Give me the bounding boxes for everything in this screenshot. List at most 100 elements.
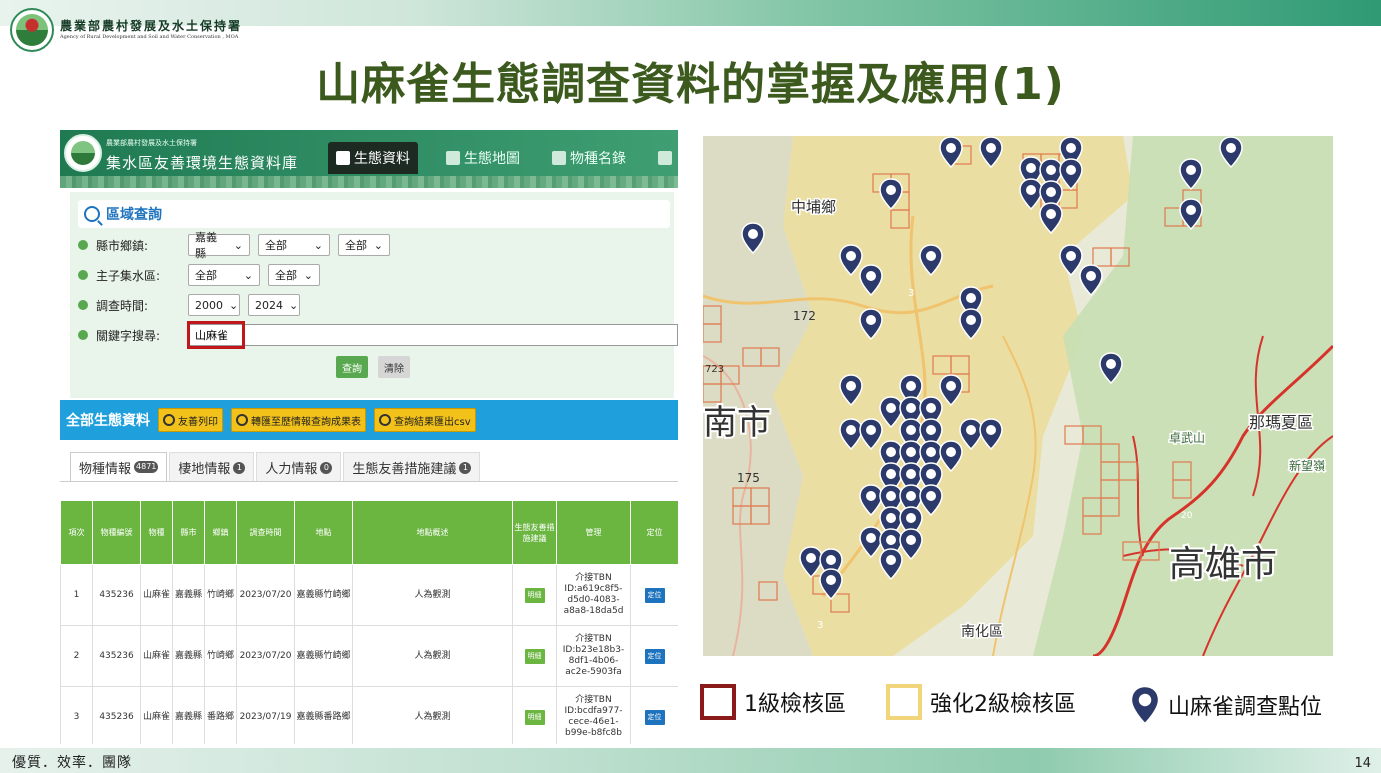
person-icon xyxy=(552,151,566,165)
bullet-icon xyxy=(78,330,88,340)
site-agency: 農業部農村發展及水土保持署 xyxy=(106,139,197,147)
col-header: 項次 xyxy=(60,500,93,565)
header-trees xyxy=(60,176,678,188)
print-button[interactable]: 友善列印 xyxy=(158,408,223,432)
query-title-bar: 區域查詢 xyxy=(78,200,670,228)
keyword-row: 關鍵字搜尋: 山麻雀 xyxy=(78,321,678,349)
person-icon xyxy=(446,151,460,165)
col-header: 調查時間 xyxy=(236,500,295,565)
tab-manpower[interactable]: 人力情報 0 xyxy=(256,452,342,482)
route-label: 723 xyxy=(705,364,724,375)
tab-species[interactable]: 物種情報 4871 xyxy=(70,452,168,482)
main-basin-select[interactable]: 全部 xyxy=(188,264,260,286)
chart-icon xyxy=(658,151,672,165)
agency-name-cn: 農業部農村發展及水土保持署 xyxy=(60,19,243,33)
locate-button[interactable]: 定位 xyxy=(644,709,665,725)
results-table: 項次 物種編號 物種 縣市 鄉鎮 調查時間 地點 地點概述 生態友善措施建議 管… xyxy=(60,500,678,744)
slide: 農業部農村發展及水土保持署 Agency of Rural Developmen… xyxy=(0,0,1381,773)
col-header: 物種 xyxy=(140,500,173,565)
query-title: 區域查詢 xyxy=(106,207,162,223)
col-header: 鄉鎮 xyxy=(204,500,237,565)
table-row: 1 435236 山麻雀 嘉義縣 竹崎鄉 2023/07/20 嘉義縣竹崎鄉 人… xyxy=(60,564,678,626)
search-button[interactable]: 查詢 xyxy=(336,356,368,378)
route-shield: 3 xyxy=(908,288,914,299)
transfer-button[interactable]: 轉匯至歷情報查詢成果表 xyxy=(231,408,366,432)
table-header-row: 項次 物種編號 物種 縣市 鄉鎮 調查時間 地點 地點概述 生態友善措施建議 管… xyxy=(60,500,678,565)
pin-icon xyxy=(1130,685,1160,726)
search-icon xyxy=(84,206,100,222)
legend-points: 山麻雀調查點位 xyxy=(1130,684,1322,726)
col-header: 管理 xyxy=(556,500,631,565)
keyword-input[interactable]: 山麻雀 xyxy=(187,321,678,349)
site-name: 集水區友善環境生態資料庫 xyxy=(106,154,299,172)
detail-button[interactable]: 明細 xyxy=(524,709,545,725)
keyword-highlight xyxy=(187,321,245,349)
locate-button[interactable]: 定位 xyxy=(644,648,665,664)
col-header: 物種編號 xyxy=(92,500,141,565)
agency-name-en: Agency of Rural Development and Soil and… xyxy=(60,34,239,40)
species-link[interactable]: 山麻雀 xyxy=(140,686,173,744)
species-link[interactable]: 山麻雀 xyxy=(140,625,173,687)
locate-button[interactable]: 定位 xyxy=(644,587,665,603)
route-shield: 3 xyxy=(817,620,823,631)
site-logo-icon xyxy=(64,134,102,172)
all-data-bar: 全部生態資料 友善列印 轉匯至歷情報查詢成果表 查詢結果匯出csv xyxy=(60,400,678,440)
clear-button[interactable]: 清除 xyxy=(378,356,410,378)
species-link[interactable]: 山麻雀 xyxy=(140,564,173,626)
footer-band xyxy=(0,748,1381,773)
tab-divider xyxy=(60,481,678,482)
transfer-icon xyxy=(236,414,248,426)
route-label: 172 xyxy=(793,309,816,323)
detail-button[interactable]: 明細 xyxy=(524,587,545,603)
nav-stats[interactable] xyxy=(650,142,678,174)
town-select[interactable]: 全部 xyxy=(258,234,330,256)
bullet-icon xyxy=(78,300,88,310)
end-year-select[interactable]: 2024 xyxy=(248,294,300,316)
map-label: 南化區 xyxy=(961,624,1003,640)
basin-row: 主子集水區: 全部 全部 xyxy=(78,264,320,286)
level2-swatch xyxy=(886,684,922,720)
map-label: 那瑪夏區 xyxy=(1249,413,1313,432)
site-header: 農業部農村發展及水土保持署 集水區友善環境生態資料庫 生態資料 生態地圖 物種名… xyxy=(60,130,678,188)
sub-basin-select[interactable]: 全部 xyxy=(268,264,320,286)
nav-ecology-map[interactable]: 生態地圖 xyxy=(438,142,528,174)
legend-level2: 強化2級檢核區 xyxy=(886,684,1076,720)
col-header: 地點概述 xyxy=(352,500,513,565)
tab-advice[interactable]: 生態友善措施建議 1 xyxy=(343,452,481,482)
database-screenshot: 農業部農村發展及水土保持署 集水區友善環境生態資料庫 生態資料 生態地圖 物種名… xyxy=(60,130,678,744)
detail-button[interactable]: 明細 xyxy=(524,648,545,664)
export-icon xyxy=(379,414,391,426)
col-header: 縣市 xyxy=(172,500,205,565)
route-shield: 20 xyxy=(1181,511,1193,521)
col-header: 地點 xyxy=(294,500,353,565)
legend-level1: 1級檢核區 xyxy=(700,684,846,720)
map-label: 南市 xyxy=(703,403,771,443)
result-tabs: 物種情報 4871 棲地情報 1 人力情報 0 生態友善措施建議 1 xyxy=(70,452,481,482)
page-number: 14 xyxy=(1354,756,1371,771)
nav-ecology-data[interactable]: 生態資料 xyxy=(328,142,418,174)
logo-emblem-icon xyxy=(16,14,48,46)
export-csv-button[interactable]: 查詢結果匯出csv xyxy=(374,408,476,432)
map-label: 中埔鄉 xyxy=(791,198,836,216)
map-label: 高雄市 xyxy=(1169,544,1277,585)
bullet-icon xyxy=(78,240,88,250)
print-icon xyxy=(163,414,175,426)
page-title: 山麻雀生態調查資料的掌握及應用(1) xyxy=(316,59,1065,110)
all-data-title: 全部生態資料 xyxy=(66,413,150,429)
tab-habitat[interactable]: 棲地情報 1 xyxy=(169,452,255,482)
map-label: 新望嶺 xyxy=(1289,458,1325,473)
county-select[interactable]: 嘉義縣 xyxy=(188,231,250,260)
col-header: 生態友善措施建議 xyxy=(512,500,557,565)
document-icon xyxy=(336,151,350,165)
map-label: 卓武山 xyxy=(1169,431,1205,445)
village-select[interactable]: 全部 xyxy=(338,234,390,256)
bullet-icon xyxy=(78,270,88,280)
col-header: 定位 xyxy=(630,500,678,565)
table-row: 2 435236 山麻雀 嘉義縣 竹崎鄉 2023/07/20 嘉義縣竹崎鄉 人… xyxy=(60,625,678,687)
start-year-select[interactable]: 2000 xyxy=(188,294,240,316)
nav-species-list[interactable]: 物種名錄 xyxy=(544,142,634,174)
survey-map: 中埔鄉 南市 高雄市 那瑪夏區 卓武山 新望嶺 南化區 3 172 175 3 … xyxy=(703,136,1333,656)
time-row: 調查時間: 2000 2024 xyxy=(78,294,300,316)
area-query-panel: 區域查詢 縣市鄉鎮: 嘉義縣 全部 全部 主子集水區: 全部 全部 調查時間: … xyxy=(70,192,678,398)
agency-logo xyxy=(10,8,54,52)
